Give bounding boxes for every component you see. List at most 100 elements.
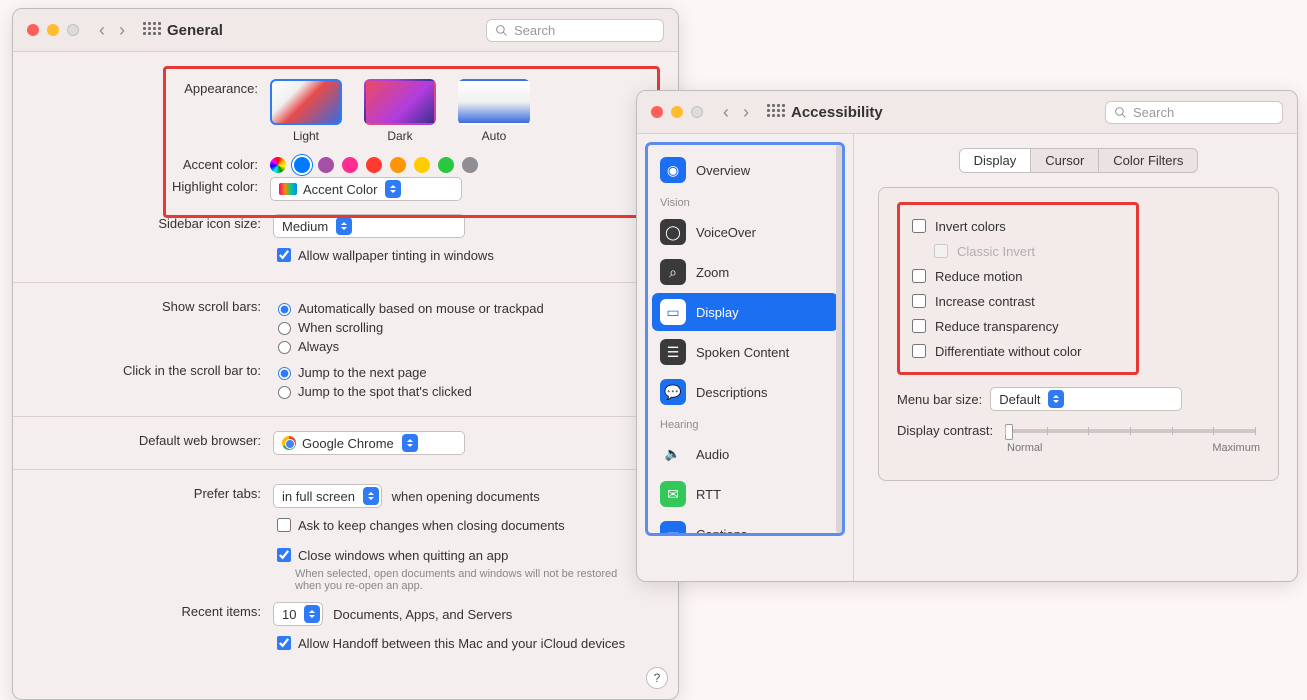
minimize-icon[interactable] [671,106,683,118]
sidebar-item-zoom[interactable]: ⌕Zoom [652,253,838,291]
click-next-radio[interactable] [278,367,291,380]
appearance-dark[interactable]: Dark [364,79,436,143]
general-prefs-window: ‹ › General Search Appearance: Light Dar… [12,8,679,700]
zoom-app-icon: ⌕ [660,259,686,285]
accent-yellow[interactable] [414,157,430,173]
minimize-icon[interactable] [47,24,59,36]
accent-orange[interactable] [390,157,406,173]
handoff-checkbox[interactable] [277,636,291,650]
zoom-icon[interactable] [691,106,703,118]
accent-pink[interactable] [342,157,358,173]
accessibility-sidebar: ◉Overview Vision ◯VoiceOver ⌕Zoom ▭Displ… [637,134,854,582]
captions-icon: ▭ [660,521,686,536]
appearance-auto[interactable]: Auto [458,79,530,143]
differentiate-color-checkbox[interactable] [912,344,926,358]
contrast-max-label: Maximum [1212,442,1260,454]
prefer-tabs-dropdown[interactable]: in full screen [273,484,382,508]
titlebar: ‹ › Accessibility Search [637,91,1297,134]
seg-color-filters[interactable]: Color Filters [1099,149,1197,172]
close-icon[interactable] [27,24,39,36]
reduce-transparency-checkbox[interactable] [912,319,926,333]
sidebar-item-spoken[interactable]: ☰Spoken Content [652,333,838,371]
display-panel: Invert colors Classic Invert Reduce moti… [878,187,1279,481]
wallpaper-tint-label: Allow wallpaper tinting in windows [298,248,494,263]
accent-green[interactable] [438,157,454,173]
ask-keep-checkbox[interactable] [277,518,291,532]
recent-items-label: Recent items: [31,602,273,619]
window-title: General [167,22,223,39]
highlight-swatch-icon [279,183,297,195]
sidebar-item-overview[interactable]: ◉Overview [652,151,838,189]
menubar-size-label: Menu bar size: [897,392,982,407]
help-button[interactable]: ? [646,667,668,689]
chrome-icon [282,436,296,450]
accent-blue[interactable] [294,157,310,173]
spoken-content-icon: ☰ [660,339,686,365]
descriptions-icon: 💬 [660,379,686,405]
accent-swatches [270,155,647,173]
search-icon [495,24,508,37]
highlight-color-dropdown[interactable]: Accent Color [270,177,462,201]
sidebar-item-rtt[interactable]: ✉RTT [652,475,838,513]
search-field[interactable]: Search [1105,101,1283,124]
sidebar-item-audio[interactable]: 🔈Audio [652,435,838,473]
scrollbars-label: Show scroll bars: [31,297,273,314]
sidebar-group-hearing: Hearing [652,413,838,433]
wallpaper-tint-checkbox[interactable] [277,248,291,262]
back-button[interactable]: ‹ [97,20,107,41]
sidebar-item-voiceover[interactable]: ◯VoiceOver [652,213,838,251]
classic-invert-checkbox [934,244,948,258]
traffic-lights [651,106,703,118]
rtt-icon: ✉ [660,481,686,507]
prefer-tabs-suffix: when opening documents [392,489,540,504]
click-spot-radio[interactable] [278,386,291,399]
accent-multicolor[interactable] [270,157,286,173]
general-body: Appearance: Light Dark Auto Accent color… [13,52,678,670]
forward-button[interactable]: › [117,20,127,41]
click-scrollbar-label: Click in the scroll bar to: [31,361,273,378]
reduce-motion-checkbox[interactable] [912,269,926,283]
search-field[interactable]: Search [486,19,664,42]
segmented-control: Display Cursor Color Filters [959,148,1199,173]
browser-dropdown[interactable]: Google Chrome [273,431,465,455]
scroll-auto-radio[interactable] [278,303,291,316]
show-all-icon[interactable] [767,104,783,120]
voiceover-icon: ◯ [660,219,686,245]
invert-colors-checkbox[interactable] [912,219,926,233]
highlight-label: Highlight color: [166,177,270,194]
seg-cursor[interactable]: Cursor [1031,149,1099,172]
scroll-always-radio[interactable] [278,341,291,354]
browser-label: Default web browser: [31,431,273,448]
search-placeholder: Search [514,23,555,38]
display-contrast-slider[interactable] [1005,429,1256,433]
close-windows-hint: When selected, open documents and window… [295,568,635,592]
close-windows-checkbox[interactable] [277,548,291,562]
increase-contrast-checkbox[interactable] [912,294,926,308]
display-contrast-label: Display contrast: [897,423,993,438]
zoom-icon[interactable] [67,24,79,36]
sidebar-item-captions[interactable]: ▭Captions [652,515,838,536]
appearance-label: Appearance: [166,79,270,96]
overview-icon: ◉ [660,157,686,183]
recent-items-suffix: Documents, Apps, and Servers [333,607,512,622]
nav-buttons: ‹ › [721,102,751,123]
accent-red[interactable] [366,157,382,173]
traffic-lights [27,24,79,36]
sidebar-item-descriptions[interactable]: 💬Descriptions [652,373,838,411]
sidebar-highlight: ◉Overview Vision ◯VoiceOver ⌕Zoom ▭Displ… [645,142,845,536]
display-checks-highlight: Invert colors Classic Invert Reduce moti… [897,202,1139,375]
sidebar-item-display[interactable]: ▭Display [652,293,838,331]
forward-button[interactable]: › [741,102,751,123]
appearance-light[interactable]: Light [270,79,342,143]
accent-purple[interactable] [318,157,334,173]
accent-graphite[interactable] [462,157,478,173]
show-all-icon[interactable] [143,22,159,38]
close-icon[interactable] [651,106,663,118]
accessibility-body: ◉Overview Vision ◯VoiceOver ⌕Zoom ▭Displ… [637,134,1297,582]
scroll-when-radio[interactable] [278,322,291,335]
search-placeholder: Search [1133,105,1174,120]
seg-display[interactable]: Display [960,149,1032,172]
menubar-size-dropdown[interactable]: Default [990,387,1182,411]
back-button[interactable]: ‹ [721,102,731,123]
recent-items-dropdown[interactable]: 10 [273,602,323,626]
